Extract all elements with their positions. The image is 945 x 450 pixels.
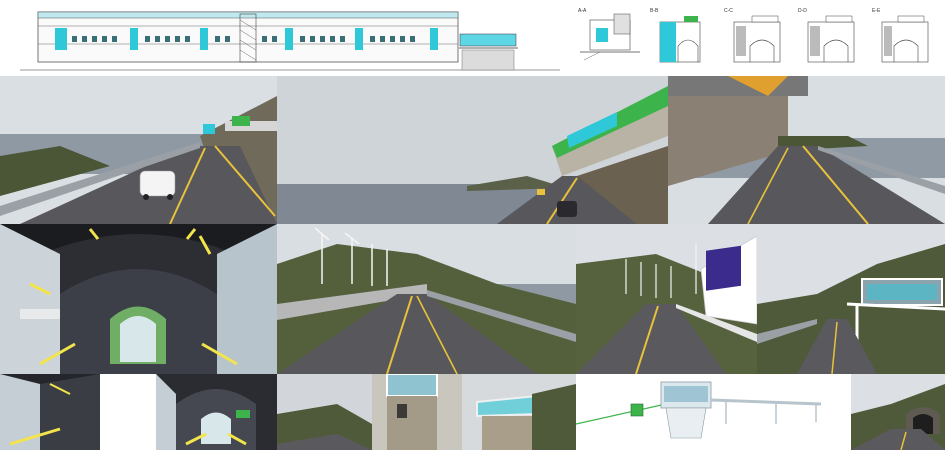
section-label: E-E <box>872 8 881 14</box>
photo-sps-billboard: SPS <box>576 224 757 374</box>
section-d-d: D-D <box>798 8 855 63</box>
billboard-text: SPS <box>708 287 748 309</box>
photo-tunnel-interior-2 <box>156 374 277 450</box>
photo-viaduct-panorama <box>277 76 668 224</box>
drawings-strip: A-A B-B C-C D-D E-E <box>0 0 945 76</box>
photo-road-under-structure <box>668 76 945 224</box>
section-label: B-B <box>650 8 659 14</box>
section-label: D-D <box>798 8 807 14</box>
section-a-a: A-A <box>578 8 640 61</box>
photo-wind-turbines-road <box>277 224 576 374</box>
section-c-c: C-C <box>724 8 781 63</box>
render-station-model <box>576 374 851 450</box>
photo-structure-bridge <box>757 224 945 374</box>
photo-tunnel-interior-1 <box>0 374 100 450</box>
photo-coastal-road-car <box>0 76 277 224</box>
architectural-drawings: A-A B-B C-C D-D E-E <box>20 8 929 71</box>
section-label: A-A <box>578 8 587 14</box>
facade-elevation <box>20 11 560 71</box>
photo-tunnel-entrance <box>851 374 945 450</box>
section-b-b: B-B <box>650 8 701 63</box>
photo-tunnel-render <box>0 224 277 374</box>
section-e-e: E-E <box>872 8 929 63</box>
section-label: C-C <box>724 8 733 14</box>
photo-building-collage <box>277 374 576 450</box>
